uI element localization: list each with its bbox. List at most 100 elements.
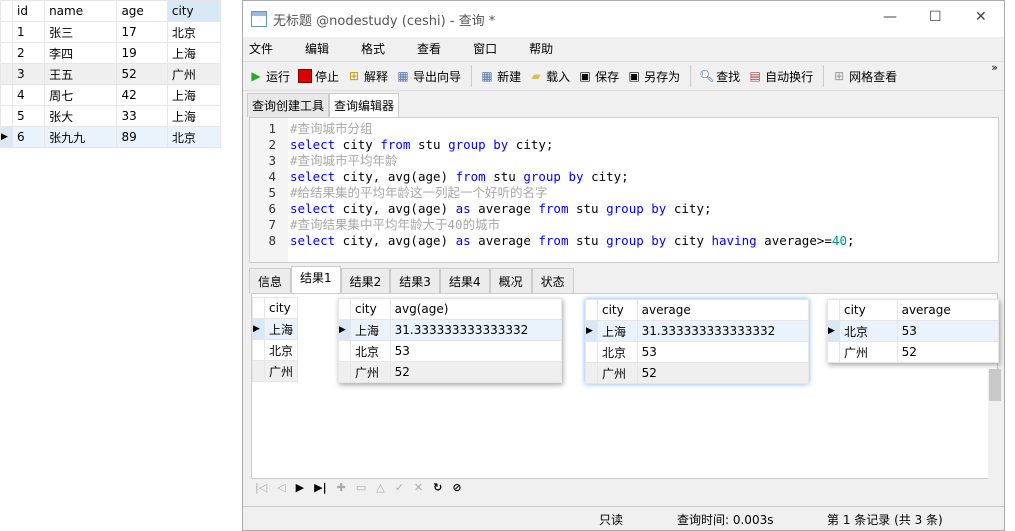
result-grid-1[interactable]: city ▶ 上海 北京 广州 <box>252 297 299 382</box>
refresh-icon[interactable]: ↻ <box>433 481 442 494</box>
result-grid-2[interactable]: city avg(age) ▶ 上海 31.333333333333332 北京 53 广州 5… <box>338 298 563 383</box>
table-cell[interactable]: 北京 <box>350 340 391 362</box>
result-grid-4[interactable]: city average ▶ 北京 53 广州 52 <box>827 299 1000 363</box>
table-cell[interactable]: 北京 <box>166 21 222 43</box>
table-cell[interactable]: 广州 <box>263 360 299 382</box>
delete-record-icon[interactable]: ▭ <box>356 481 366 494</box>
table-row[interactable]: 广州 <box>252 360 299 382</box>
menu-item[interactable]: 窗口 <box>473 40 497 57</box>
table-row[interactable]: 广州 52 <box>827 341 1000 363</box>
table-cell[interactable]: 19 <box>116 42 168 64</box>
load-button[interactable]: ▰ 载入 <box>529 68 570 85</box>
add-record-icon[interactable]: ✚ <box>337 481 346 494</box>
maximize-button[interactable]: ☐ <box>929 9 942 25</box>
table-cell[interactable]: 广州 <box>350 361 391 383</box>
table-cell[interactable]: 广州 <box>166 63 222 85</box>
table-cell[interactable]: 31.333333333333332 <box>389 319 563 341</box>
table-cell[interactable]: 52 <box>896 341 1000 363</box>
wrap-button[interactable]: ▤ 自动换行 <box>748 68 813 85</box>
table-cell[interactable]: 上海 <box>166 105 222 127</box>
table-cell[interactable]: 33 <box>116 105 168 127</box>
table-cell[interactable]: 上海 <box>263 318 299 340</box>
prev-record-icon[interactable]: ◁ <box>277 481 285 494</box>
table-cell[interactable]: 53 <box>636 341 810 363</box>
table-row[interactable]: 广州 52 <box>585 362 810 384</box>
table-row[interactable]: 2 李四 19 上海 <box>0 42 222 64</box>
column-header[interactable]: age <box>116 0 168 22</box>
table-cell[interactable]: 6 <box>11 126 46 148</box>
last-record-icon[interactable]: ▶| <box>314 481 326 494</box>
table-row[interactable]: 北京 53 <box>338 340 563 362</box>
scrollbar[interactable] <box>988 369 1002 479</box>
table-cell[interactable]: 5 <box>11 105 46 127</box>
menu-item[interactable]: 查看 <box>417 40 441 57</box>
table-row[interactable]: ▶ 北京 53 <box>827 320 1000 342</box>
table-cell[interactable]: 17 <box>116 21 168 43</box>
table-cell[interactable]: 北京 <box>839 320 898 342</box>
column-header[interactable]: average <box>636 299 810 321</box>
table-cell[interactable]: 上海 <box>350 319 391 341</box>
menu-item[interactable]: 编辑 <box>305 40 329 57</box>
grid-view-button[interactable]: ⊞ 网格查看 <box>832 68 897 85</box>
table-row[interactable]: 北京 53 <box>585 341 810 363</box>
result-grid-3[interactable]: city average ▶ 上海 31.333333333333332 北京 53 广州 52 <box>585 299 810 384</box>
run-button[interactable]: ▶ 运行 <box>249 68 290 85</box>
table-cell[interactable]: 42 <box>116 84 168 106</box>
next-record-icon[interactable]: ▶ <box>296 481 304 494</box>
table-cell[interactable]: 31.333333333333332 <box>636 320 810 342</box>
table-cell[interactable]: 广州 <box>839 341 898 363</box>
table-row[interactable]: 1 张三 17 北京 <box>0 21 222 43</box>
table-cell[interactable]: 53 <box>896 320 1000 342</box>
result-tab[interactable]: 概况 <box>489 268 532 294</box>
result-tab[interactable]: 结果4 <box>439 268 490 294</box>
query-tab[interactable]: 查询编辑器 <box>329 93 400 117</box>
table-cell[interactable]: 张大 <box>44 105 118 127</box>
explain-button[interactable]: ⊞ 解释 <box>347 68 388 85</box>
first-record-icon[interactable]: |◁ <box>255 481 267 494</box>
table-row[interactable]: ▶ 上海 31.333333333333332 <box>585 320 810 342</box>
table-cell[interactable]: 52 <box>389 361 563 383</box>
table-row[interactable]: 4 周七 42 上海 <box>0 84 222 106</box>
menu-item[interactable]: 文件 <box>249 40 273 57</box>
code-line[interactable]: 7 #查询结果集中平均年龄大于40的城市 <box>250 217 998 233</box>
table-cell[interactable]: 1 <box>11 21 46 43</box>
column-header[interactable]: city <box>166 0 222 22</box>
column-header[interactable]: avg(age) <box>389 298 563 320</box>
new-button[interactable]: ▦ 新建 <box>480 68 521 85</box>
column-header[interactable]: city <box>597 299 638 321</box>
code-line[interactable]: 6 select city, avg(age) as average from s… <box>250 201 998 217</box>
table-cell[interactable]: 广州 <box>597 362 638 384</box>
code-line[interactable]: 2 select city from stu group by city; <box>250 137 998 153</box>
table-row[interactable]: ▶ 上海 <box>252 318 299 340</box>
result-tab[interactable]: 结果3 <box>390 268 440 294</box>
code-line[interactable]: 1 #查询城市分组 <box>250 121 998 137</box>
students-table[interactable]: id name age city 1 张三 17 北京 2 李四 19 上海 3 王五 52 广州 4 周七 42 上… <box>0 0 222 148</box>
table-cell[interactable]: 上海 <box>166 42 222 64</box>
column-header[interactable]: id <box>11 0 46 22</box>
table-cell[interactable]: 张九九 <box>44 126 118 148</box>
column-header[interactable]: city <box>839 299 898 321</box>
edit-record-icon[interactable]: △ <box>376 481 384 494</box>
table-row[interactable]: 北京 <box>252 339 299 361</box>
find-button[interactable]: 🔍︎ 查找 <box>699 68 740 85</box>
table-row[interactable]: 广州 52 <box>338 361 563 383</box>
table-cell[interactable]: 3 <box>11 63 46 85</box>
code-line[interactable]: 5 #给结果集的平均年龄这一列起一个好听的名字 <box>250 185 998 201</box>
menu-item[interactable]: 格式 <box>361 40 385 57</box>
code-line[interactable]: 8 select city, avg(age) as average from s… <box>250 233 998 249</box>
table-cell[interactable]: 2 <box>11 42 46 64</box>
scrollbar-thumb[interactable] <box>989 369 1001 401</box>
export-button[interactable]: ▦ 导出向导 <box>396 68 461 85</box>
query-tab[interactable]: 查询创建工具 <box>247 93 330 117</box>
save-as-button[interactable]: ▣ 另存为 <box>627 68 680 85</box>
code-line[interactable]: 3 #查询城市平均年龄 <box>250 153 998 169</box>
close-button[interactable]: ✕ <box>975 9 987 25</box>
minimize-button[interactable]: — <box>883 9 897 25</box>
sql-editor[interactable]: 1 #查询城市分组 2 select city from stu group by c… <box>249 117 999 263</box>
table-row[interactable]: 5 张大 33 上海 <box>0 105 222 127</box>
column-header[interactable]: city <box>263 297 299 319</box>
table-cell[interactable]: 上海 <box>597 320 638 342</box>
table-cell[interactable]: 89 <box>116 126 168 148</box>
result-tab[interactable]: 结果1 <box>291 266 341 294</box>
column-header[interactable]: city <box>350 298 391 320</box>
